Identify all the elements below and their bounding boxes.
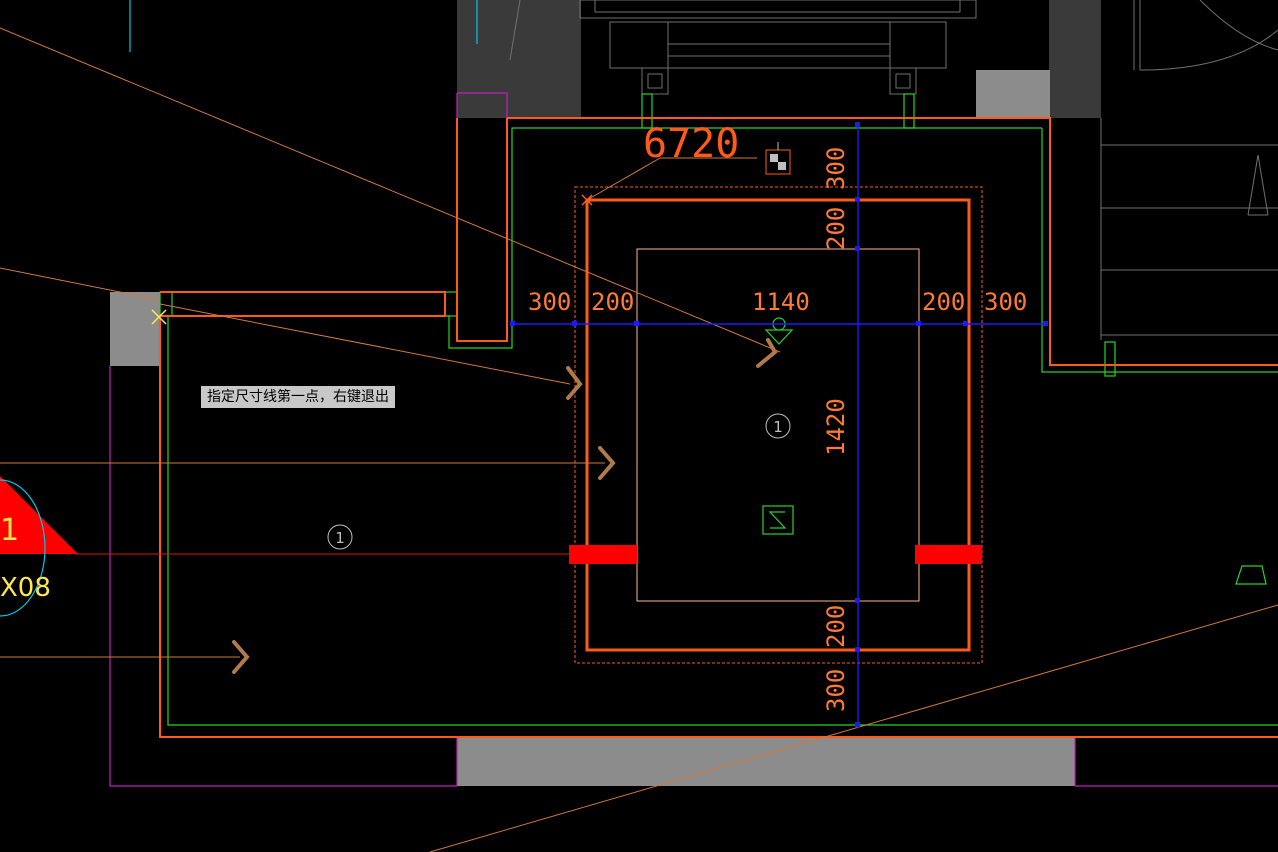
cad-viewport[interactable]: 6720 300 200 1420 200 300 300 200 1140 2… xyxy=(0,0,1278,852)
partial-label-b: X08 xyxy=(0,573,51,603)
red-block-left xyxy=(569,545,637,564)
dimension-bottom-gap: 300 xyxy=(822,669,850,712)
column-bottom xyxy=(457,738,1075,786)
dimension-top-inner: 200 xyxy=(822,207,850,250)
dimension-pit-depth: 1420 xyxy=(822,398,850,456)
section-marker-icon[interactable] xyxy=(765,142,791,175)
partial-label-a: 1 xyxy=(0,513,19,548)
green-outline xyxy=(159,93,1278,726)
chevron-right-icon xyxy=(566,366,583,400)
wall-block-left xyxy=(457,0,581,118)
column-top-right xyxy=(976,70,1050,118)
column-left xyxy=(110,292,160,366)
svg-text:1: 1 xyxy=(335,529,345,547)
svg-text:1: 1 xyxy=(773,418,783,436)
red-block-right xyxy=(915,545,982,564)
dimension-left-inner: 200 xyxy=(591,288,634,316)
dimension-bottom-inner: 200 xyxy=(822,605,850,648)
command-prompt-tooltip: 指定尺寸线第一点，右键退出 xyxy=(201,386,395,408)
dimension-top-gap: 300 xyxy=(822,147,850,190)
wall-block-right xyxy=(1049,0,1101,118)
dimension-right-inner: 200 xyxy=(922,288,965,316)
axis-number-marker: 1 xyxy=(327,524,353,550)
dimension-right-gap: 300 xyxy=(984,288,1027,316)
dimension-overall-width: 6720 xyxy=(643,121,739,167)
dimension-left-gap: 300 xyxy=(528,288,571,316)
pit-boundary-lines xyxy=(159,117,1278,738)
cad-drawing-canvas[interactable]: 6720 300 200 1420 200 300 300 200 1140 2… xyxy=(0,0,1278,852)
construction-lines xyxy=(0,27,1278,852)
magenta-outline xyxy=(109,92,1278,787)
pit-number-marker: 1 xyxy=(765,413,791,439)
dimension-pit-width: 1140 xyxy=(752,288,810,316)
